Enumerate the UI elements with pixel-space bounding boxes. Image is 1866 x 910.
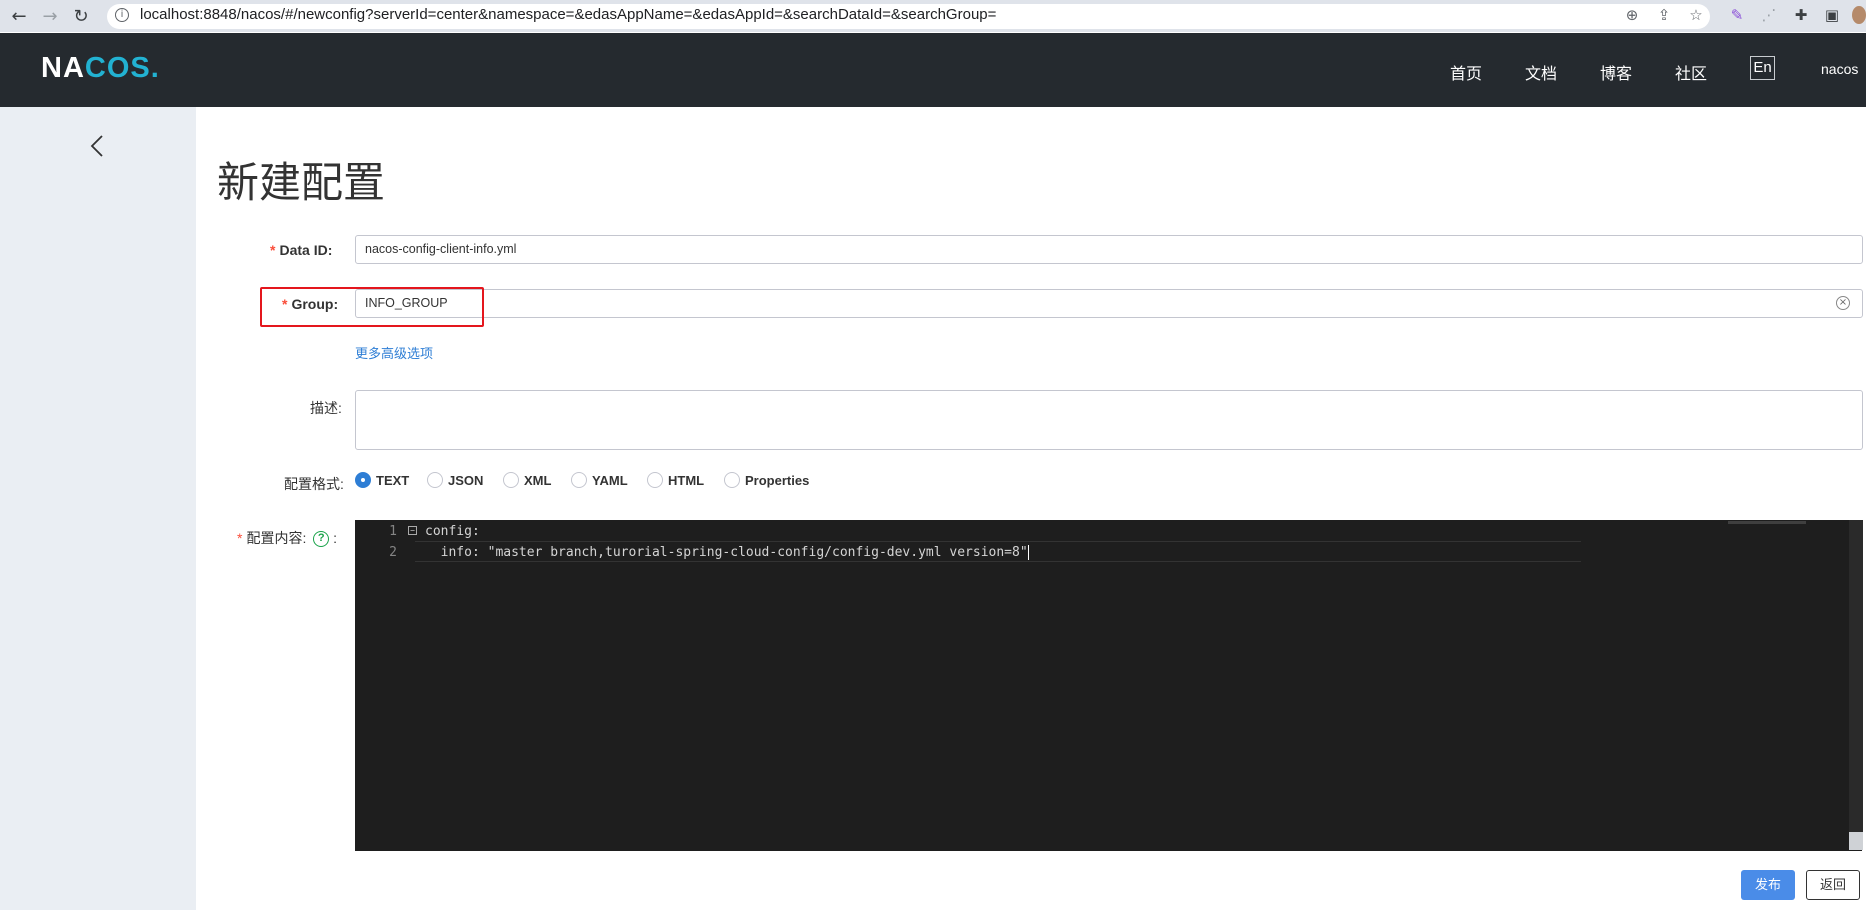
share-icon[interactable]: ⇪ bbox=[1655, 6, 1673, 24]
format-radio-xml[interactable]: XML bbox=[503, 472, 551, 488]
extension-pen-icon[interactable]: ✎ bbox=[1728, 6, 1746, 24]
nacos-logo[interactable]: NACOS. bbox=[41, 52, 160, 85]
line-number: 1 bbox=[389, 524, 397, 539]
extension-graph-icon[interactable]: ⋰ bbox=[1760, 6, 1778, 24]
sidebar bbox=[0, 107, 196, 910]
highlight-annotation-box bbox=[260, 287, 484, 327]
format-radio-yaml[interactable]: YAML bbox=[571, 472, 628, 488]
editor-minimap[interactable] bbox=[1728, 521, 1806, 524]
help-question-icon[interactable]: ? bbox=[313, 531, 330, 548]
back-arrow-icon[interactable]: ← bbox=[8, 5, 30, 27]
nav-community[interactable]: 社区 bbox=[1675, 60, 1707, 84]
radio-icon bbox=[647, 472, 663, 488]
extensions-puzzle-icon[interactable]: ✚ bbox=[1792, 6, 1810, 24]
radio-checked-icon bbox=[355, 472, 371, 488]
format-radio-html[interactable]: HTML bbox=[647, 472, 704, 488]
zoom-icon[interactable]: ⊕ bbox=[1623, 6, 1641, 24]
url-text[interactable]: localhost:8848/nacos/#/newconfig?serverI… bbox=[140, 6, 996, 23]
radio-icon bbox=[503, 472, 519, 488]
site-info-icon[interactable]: i bbox=[115, 8, 129, 22]
code-editor[interactable]: 1 − config: 2 info: "master branch,turor… bbox=[355, 520, 1862, 851]
editor-scrollbar[interactable] bbox=[1849, 520, 1863, 832]
format-label: 配置格式: bbox=[284, 476, 344, 492]
side-panel-icon[interactable]: ▣ bbox=[1823, 6, 1841, 24]
publish-button[interactable]: 发布 bbox=[1741, 870, 1795, 900]
scrollbar-corner bbox=[1849, 832, 1863, 850]
browser-toolbar: ← → ↻ i localhost:8848/nacos/#/newconfig… bbox=[0, 0, 1866, 32]
format-radio-json[interactable]: JSON bbox=[427, 472, 483, 488]
code-line[interactable]: config: bbox=[425, 524, 480, 539]
radio-icon bbox=[571, 472, 587, 488]
nav-docs[interactable]: 文档 bbox=[1525, 60, 1557, 84]
profile-avatar[interactable] bbox=[1852, 6, 1866, 24]
data-id-input[interactable]: nacos-config-client-info.yml bbox=[355, 235, 1863, 264]
text-cursor bbox=[1027, 545, 1029, 560]
description-label: 描述: bbox=[310, 400, 342, 416]
language-switch-button[interactable]: En bbox=[1750, 56, 1775, 80]
fold-toggle-icon[interactable]: − bbox=[408, 526, 417, 535]
radio-icon bbox=[724, 472, 740, 488]
code-line[interactable]: info: "master branch,turorial-spring-clo… bbox=[425, 545, 1029, 560]
format-radio-text[interactable]: TEXT bbox=[355, 472, 409, 488]
nav-blog[interactable]: 博客 bbox=[1600, 60, 1632, 84]
bookmark-star-icon[interactable]: ☆ bbox=[1687, 6, 1705, 24]
nav-home[interactable]: 首页 bbox=[1450, 60, 1482, 84]
page-title: 新建配置 bbox=[217, 159, 386, 206]
app-header bbox=[0, 33, 1866, 107]
back-button[interactable]: 返回 bbox=[1806, 870, 1860, 900]
data-id-label: * Data ID: bbox=[270, 242, 333, 258]
content-label: * 配置内容: ? : bbox=[237, 530, 338, 548]
radio-icon bbox=[427, 472, 443, 488]
format-radio-properties[interactable]: Properties bbox=[724, 472, 809, 488]
clear-input-icon[interactable]: × bbox=[1836, 296, 1850, 310]
back-chevron-icon[interactable] bbox=[88, 134, 108, 158]
line-number: 2 bbox=[389, 545, 397, 560]
forward-arrow-icon[interactable]: → bbox=[39, 5, 61, 27]
user-name[interactable]: nacos bbox=[1821, 61, 1858, 77]
group-input[interactable]: INFO_GROUP bbox=[355, 289, 1863, 318]
reload-icon[interactable]: ↻ bbox=[70, 5, 92, 27]
description-textarea[interactable] bbox=[355, 390, 1863, 450]
more-advanced-options-link[interactable]: 更多高级选项 bbox=[355, 343, 433, 362]
